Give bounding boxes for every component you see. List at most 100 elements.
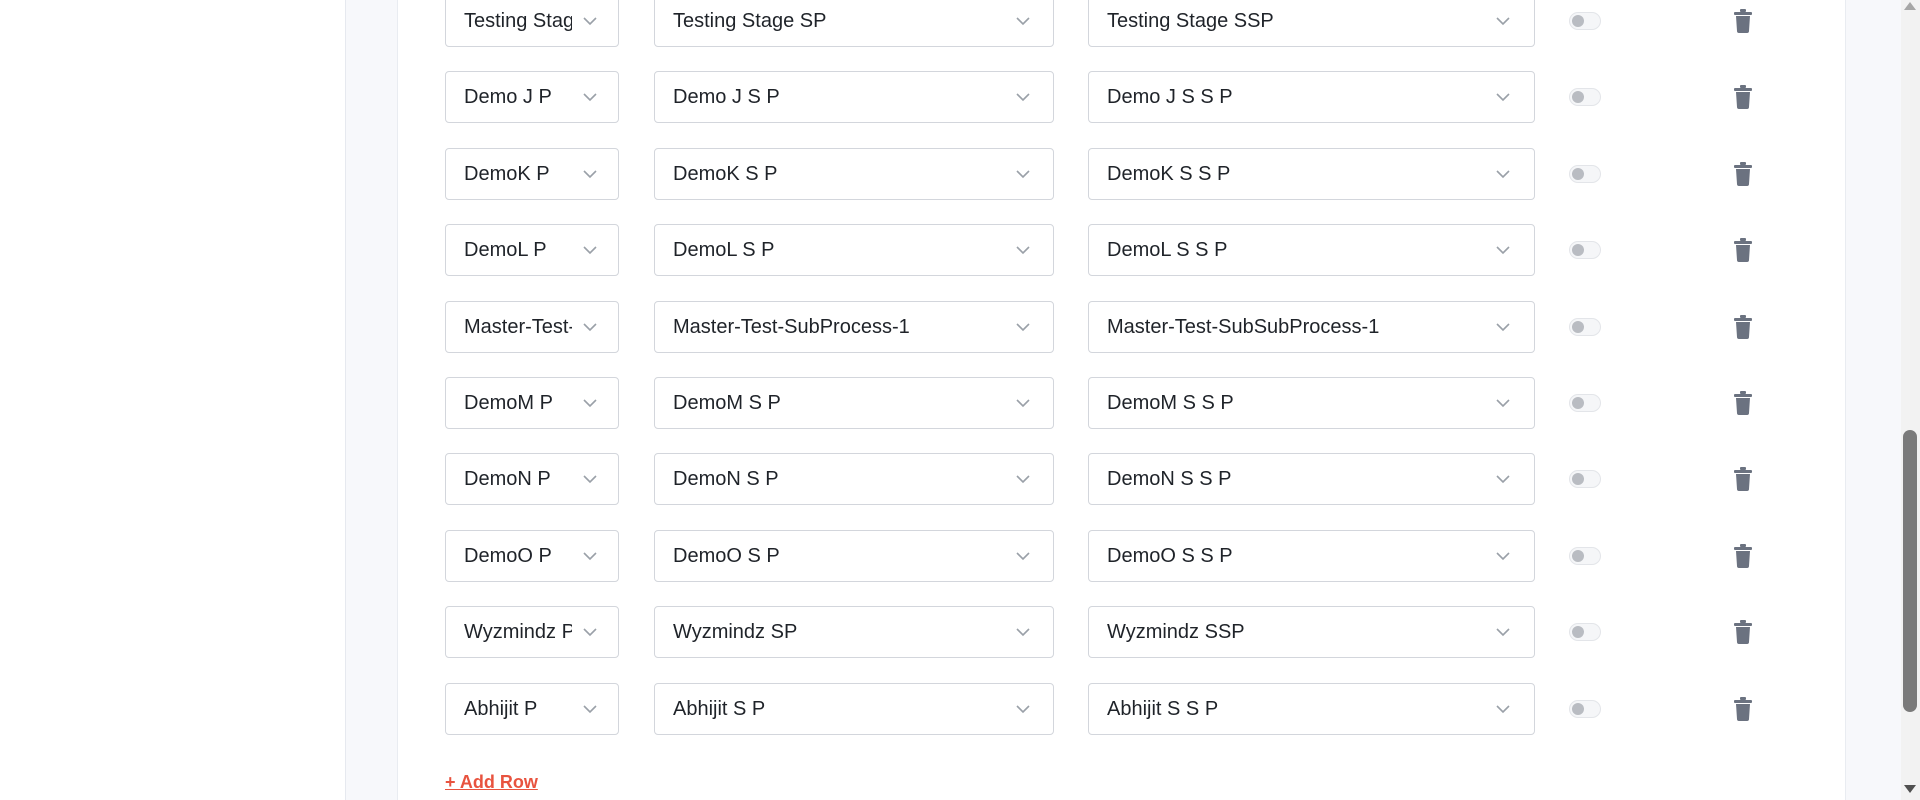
- chevron-down-icon: [1016, 705, 1030, 714]
- toggle-knob: [1572, 244, 1584, 256]
- add-row-button[interactable]: + Add Row: [445, 772, 538, 793]
- trash-icon[interactable]: [1732, 697, 1754, 721]
- sub-process-select[interactable]: DemoM S P: [654, 377, 1054, 429]
- process-value: DemoN P: [464, 468, 551, 490]
- sub-process-select[interactable]: DemoL S P: [654, 224, 1054, 276]
- row-toggle[interactable]: [1569, 241, 1601, 259]
- trash-icon[interactable]: [1732, 620, 1754, 644]
- row-toggle[interactable]: [1569, 394, 1601, 412]
- trash-icon[interactable]: [1732, 162, 1754, 186]
- sub-process-value: DemoL S P: [673, 239, 775, 261]
- sub-process-value: Abhijit S P: [673, 698, 766, 720]
- process-select[interactable]: Master-Test-Process-1: [445, 301, 619, 353]
- row-toggle[interactable]: [1569, 88, 1601, 106]
- scroll-up-arrow-icon[interactable]: [1904, 2, 1916, 10]
- sub-sub-process-select[interactable]: DemoM S S P: [1088, 377, 1535, 429]
- sub-process-select[interactable]: Abhijit S P: [654, 683, 1054, 735]
- process-select[interactable]: DemoN P: [445, 453, 619, 505]
- sub-sub-process-select[interactable]: DemoK S S P: [1088, 148, 1535, 200]
- chevron-down-icon: [583, 399, 597, 408]
- sub-process-select[interactable]: DemoO S P: [654, 530, 1054, 582]
- process-select[interactable]: Abhijit P: [445, 683, 619, 735]
- row-toggle[interactable]: [1569, 547, 1601, 565]
- chevron-down-icon: [1016, 17, 1030, 26]
- sub-sub-process-select[interactable]: Demo J S S P: [1088, 71, 1535, 123]
- chevron-down-icon: [1016, 475, 1030, 484]
- sub-process-select[interactable]: DemoK S P: [654, 148, 1054, 200]
- mapping-row: DemoL P DemoL S P DemoL S S P: [445, 224, 1765, 278]
- row-toggle[interactable]: [1569, 470, 1601, 488]
- process-select[interactable]: DemoL P: [445, 224, 619, 276]
- toggle-knob: [1572, 321, 1584, 333]
- trash-icon[interactable]: [1732, 391, 1754, 415]
- chevron-down-icon: [1496, 323, 1510, 332]
- sub-sub-process-value: Abhijit S S P: [1107, 698, 1219, 720]
- chevron-down-icon: [583, 246, 597, 255]
- chevron-down-icon: [1016, 628, 1030, 637]
- scroll-down-arrow-icon[interactable]: [1904, 785, 1916, 793]
- sub-process-select[interactable]: Demo J S P: [654, 71, 1054, 123]
- sub-process-select[interactable]: Testing Stage SP: [654, 0, 1054, 47]
- sub-process-select[interactable]: DemoN S P: [654, 453, 1054, 505]
- toggle-knob: [1572, 626, 1584, 638]
- mapping-row: Wyzmindz P Wyzmindz SP Wyzmindz SSP: [445, 606, 1765, 660]
- trash-icon[interactable]: [1732, 85, 1754, 109]
- chevron-down-icon: [1016, 323, 1030, 332]
- sub-process-value: DemoK S P: [673, 163, 778, 185]
- chevron-down-icon: [1496, 399, 1510, 408]
- sub-sub-process-value: DemoO S S P: [1107, 545, 1233, 567]
- sub-process-value: Demo J S P: [673, 86, 780, 108]
- sub-sub-process-select[interactable]: DemoN S S P: [1088, 453, 1535, 505]
- row-toggle[interactable]: [1569, 623, 1601, 641]
- sub-process-select[interactable]: Wyzmindz SP: [654, 606, 1054, 658]
- trash-icon[interactable]: [1732, 467, 1754, 491]
- mapping-row: DemoO P DemoO S P DemoO S S P: [445, 530, 1765, 584]
- sub-process-select[interactable]: Master-Test-SubProcess-1: [654, 301, 1054, 353]
- toggle-knob: [1572, 15, 1584, 27]
- toggle-knob: [1572, 397, 1584, 409]
- sub-process-value: Wyzmindz SP: [673, 621, 798, 643]
- mapping-row: Testing Stage P Testing Stage SP Testing…: [445, 0, 1765, 49]
- sub-sub-process-value: DemoN S S P: [1107, 468, 1232, 490]
- process-value: Abhijit P: [464, 698, 538, 720]
- sub-sub-process-select[interactable]: Master-Test-SubSubProcess-1: [1088, 301, 1535, 353]
- chevron-down-icon: [1496, 705, 1510, 714]
- trash-icon[interactable]: [1732, 315, 1754, 339]
- trash-icon[interactable]: [1732, 9, 1754, 33]
- chevron-down-icon: [583, 170, 597, 179]
- sub-sub-process-select[interactable]: DemoO S S P: [1088, 530, 1535, 582]
- sub-sub-process-select[interactable]: DemoL S S P: [1088, 224, 1535, 276]
- process-value: DemoM P: [464, 392, 553, 414]
- sub-process-value: DemoN S P: [673, 468, 779, 490]
- mapping-row: DemoN P DemoN S P DemoN S S P: [445, 453, 1765, 507]
- process-select[interactable]: Testing Stage P: [445, 0, 619, 47]
- chevron-down-icon: [583, 323, 597, 332]
- row-toggle[interactable]: [1569, 700, 1601, 718]
- chevron-down-icon: [1496, 17, 1510, 26]
- sub-sub-process-value: Master-Test-SubSubProcess-1: [1107, 316, 1380, 338]
- process-value: DemoO P: [464, 545, 552, 567]
- mapping-row: DemoM P DemoM S P DemoM S S P: [445, 377, 1765, 431]
- process-select[interactable]: DemoM P: [445, 377, 619, 429]
- toggle-knob: [1572, 168, 1584, 180]
- toggle-knob: [1572, 473, 1584, 485]
- process-select[interactable]: Wyzmindz P: [445, 606, 619, 658]
- sub-sub-process-value: Demo J S S P: [1107, 86, 1233, 108]
- row-toggle[interactable]: [1569, 318, 1601, 336]
- chevron-down-icon: [1496, 246, 1510, 255]
- trash-icon[interactable]: [1732, 238, 1754, 262]
- row-toggle[interactable]: [1569, 12, 1601, 30]
- process-select[interactable]: DemoK P: [445, 148, 619, 200]
- sub-sub-process-select[interactable]: Wyzmindz SSP: [1088, 606, 1535, 658]
- trash-icon[interactable]: [1732, 544, 1754, 568]
- chevron-down-icon: [1496, 552, 1510, 561]
- process-select[interactable]: Demo J P: [445, 71, 619, 123]
- sub-sub-process-select[interactable]: Testing Stage SSP: [1088, 0, 1535, 47]
- row-toggle[interactable]: [1569, 165, 1601, 183]
- scrollbar-thumb[interactable]: [1903, 430, 1917, 712]
- sub-sub-process-select[interactable]: Abhijit S S P: [1088, 683, 1535, 735]
- process-value: DemoK P: [464, 163, 550, 185]
- process-select[interactable]: DemoO P: [445, 530, 619, 582]
- chevron-down-icon: [583, 17, 597, 26]
- chevron-down-icon: [583, 552, 597, 561]
